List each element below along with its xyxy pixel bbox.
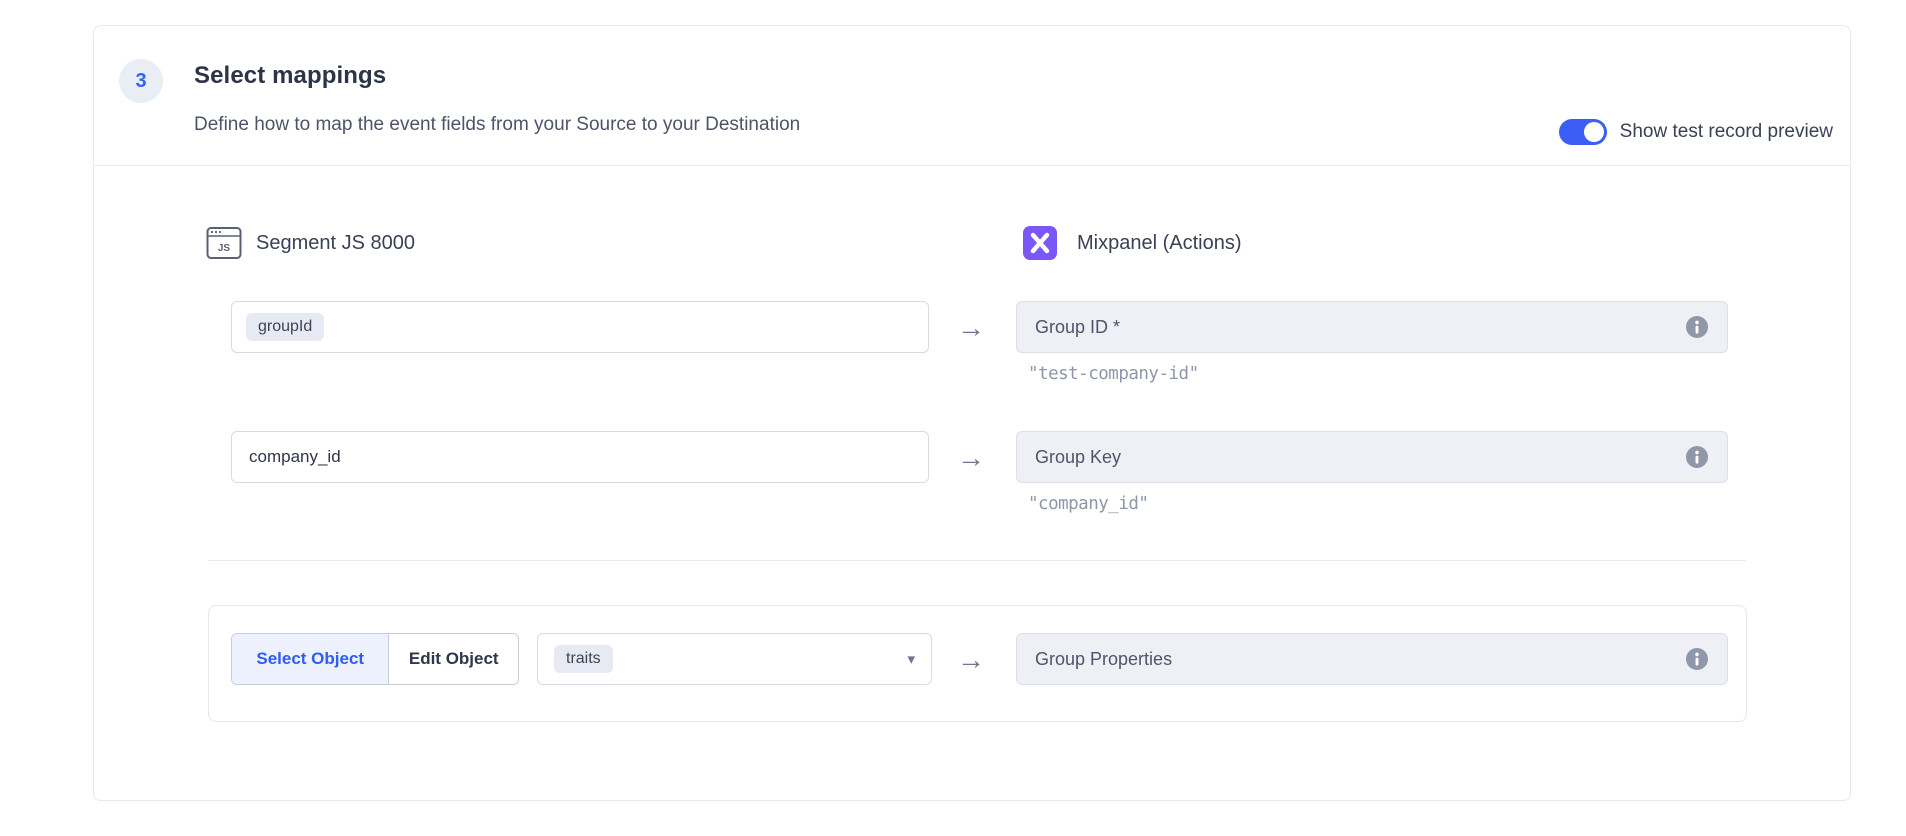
source-name: Segment JS 8000	[256, 232, 415, 255]
test-record-preview-value: "test-company-id"	[1028, 364, 1199, 384]
dropdown-selected-token: traits	[554, 645, 613, 673]
arrow-right-icon: →	[955, 314, 987, 342]
source-field-input-company-id[interactable]: company_id	[231, 431, 929, 483]
source-header: JS Segment JS 8000	[206, 223, 415, 263]
test-record-preview-value: "company_id"	[1028, 494, 1148, 514]
dest-field-label: Group ID *	[1035, 317, 1685, 338]
js-icon-label: JS	[218, 243, 231, 254]
info-icon[interactable]	[1685, 647, 1709, 671]
card-header: 3 Select mappings Define how to map the …	[94, 26, 1850, 166]
dest-field-group-key: Group Key	[1016, 431, 1728, 483]
page-title: Select mappings	[194, 62, 386, 90]
object-source-dropdown[interactable]: traits ▾	[537, 633, 932, 685]
arrow-right-icon: →	[955, 646, 987, 674]
dest-field-group-properties: Group Properties	[1016, 633, 1728, 685]
show-test-record-preview-toggle[interactable]	[1559, 119, 1607, 145]
info-icon[interactable]	[1685, 445, 1709, 469]
source-field-token[interactable]: groupId	[246, 313, 324, 341]
dest-field-label: Group Properties	[1035, 649, 1685, 670]
dest-field-label: Group Key	[1035, 447, 1685, 468]
page: 3 Select mappings Define how to map the …	[0, 0, 1906, 836]
destination-name: Mixpanel (Actions)	[1077, 232, 1242, 255]
page-subtitle: Define how to map the event fields from …	[194, 114, 800, 136]
toggle-knob-icon	[1584, 122, 1604, 142]
toggle-label: Show test record preview	[1620, 121, 1833, 143]
test-record-preview-toggle-row: Show test record preview	[1559, 118, 1833, 146]
chevron-down-icon: ▾	[907, 652, 915, 667]
select-mappings-card: 3 Select mappings Define how to map the …	[93, 25, 1851, 801]
object-mode-button-group: Select Object Edit Object	[231, 633, 519, 685]
destination-header: Mixpanel (Actions)	[1023, 223, 1242, 263]
step-number: 3	[135, 70, 146, 93]
mixpanel-icon	[1023, 226, 1057, 260]
source-field-input-groupid[interactable]: groupId	[231, 301, 929, 353]
javascript-website-icon: JS	[206, 226, 242, 260]
section-divider	[208, 560, 1746, 561]
select-object-button[interactable]: Select Object	[232, 634, 389, 684]
info-icon[interactable]	[1685, 315, 1709, 339]
dest-field-group-id: Group ID *	[1016, 301, 1728, 353]
step-number-badge: 3	[119, 59, 163, 103]
arrow-right-icon: →	[955, 444, 987, 472]
edit-object-button[interactable]: Edit Object	[389, 634, 518, 684]
source-field-value: company_id	[246, 447, 341, 467]
